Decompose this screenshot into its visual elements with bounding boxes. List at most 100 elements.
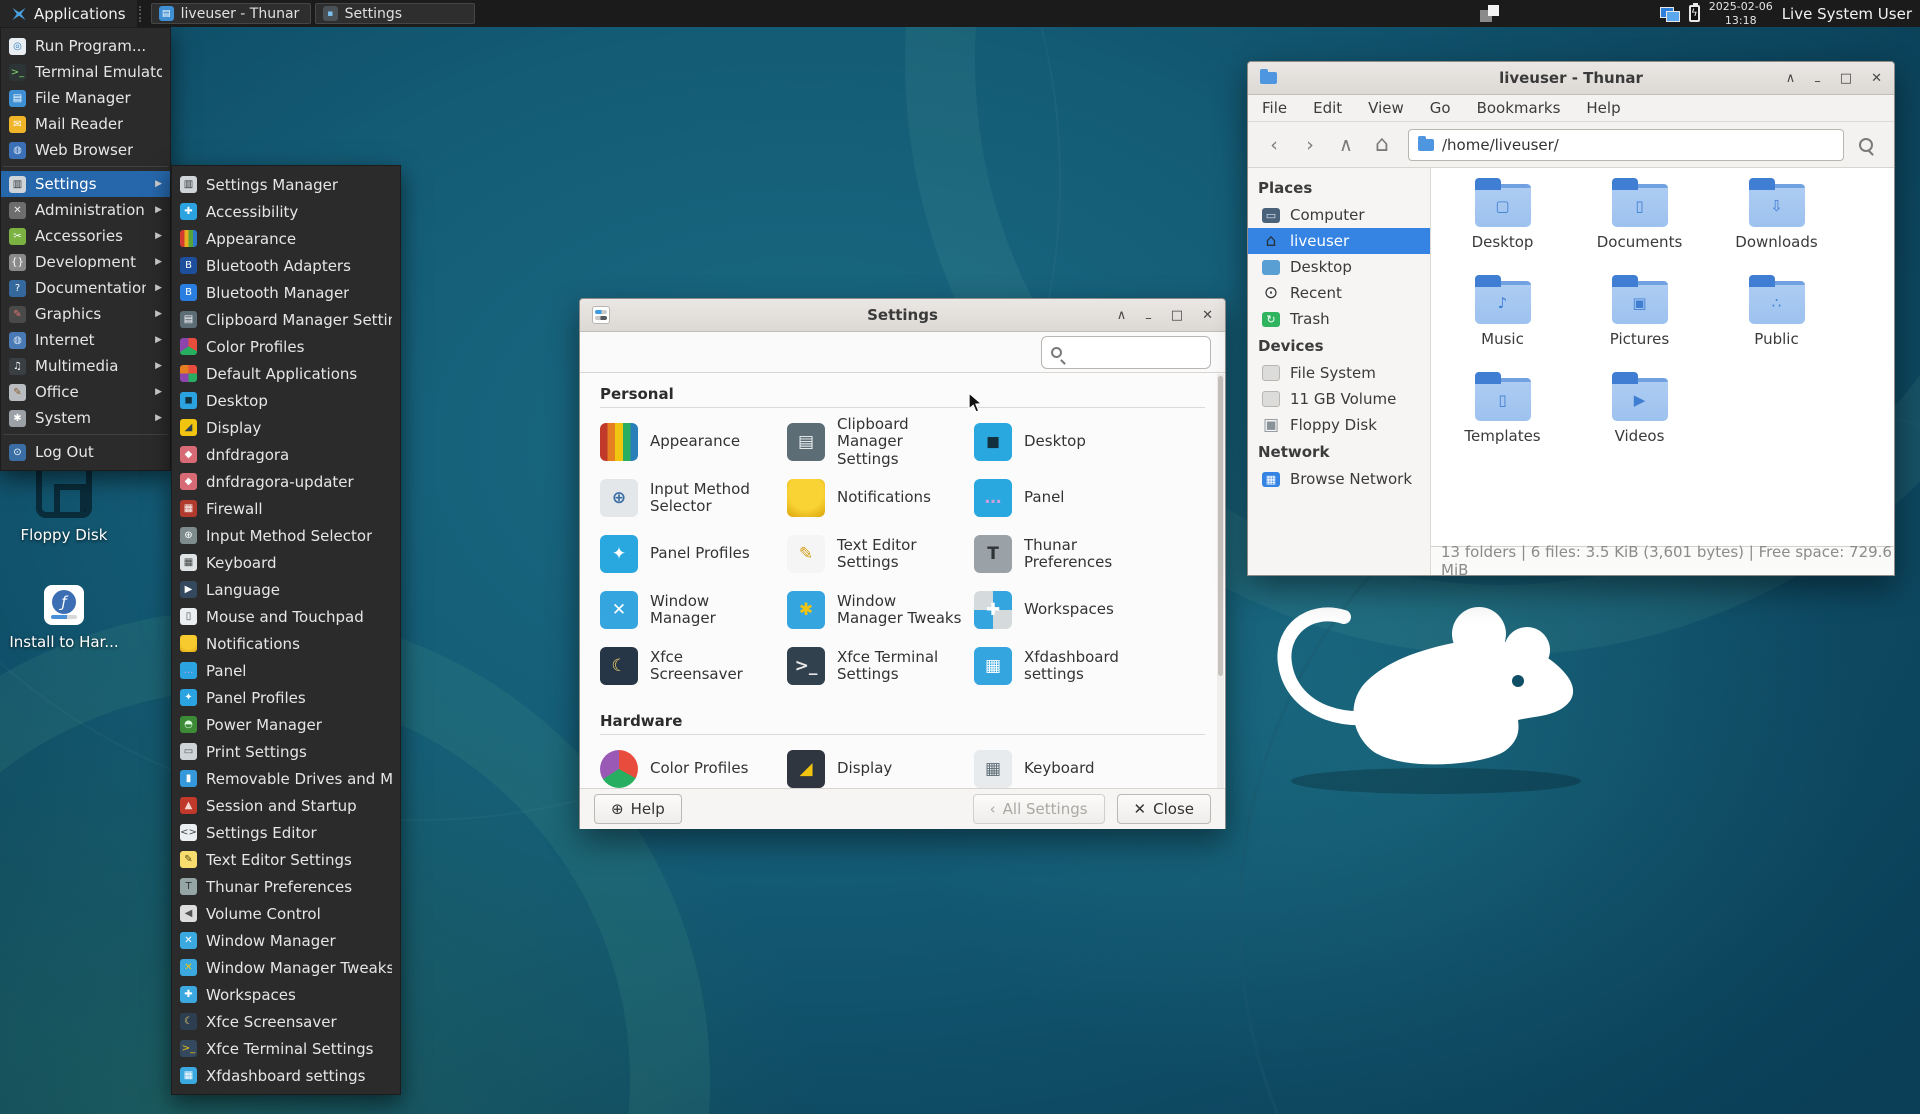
folder-item[interactable]: ▣ Pictures	[1571, 275, 1708, 372]
submenu-item[interactable]: ▦ Keyboard	[172, 549, 400, 576]
menu-item[interactable]: ◍ Web Browser ▶	[1, 137, 170, 163]
folder-item[interactable]: ♪ Music	[1434, 275, 1571, 372]
submenu-item[interactable]: >_ Xfce Terminal Settings	[172, 1035, 400, 1062]
folder-item[interactable]: ▶ Videos	[1571, 372, 1708, 469]
submenu-item[interactable]: ⊕ Input Method Selector	[172, 522, 400, 549]
submenu-item[interactable]: ✚ Accessibility	[172, 198, 400, 225]
menubar-item[interactable]: Go	[1430, 99, 1451, 117]
submenu-item[interactable]: Appearance	[172, 225, 400, 252]
sidebar-item[interactable]: ↻ Trash	[1248, 306, 1430, 332]
settings-tile[interactable]: Appearance	[600, 414, 787, 470]
scrollbar[interactable]	[1217, 374, 1224, 788]
submenu-item[interactable]: ✕ Window Manager	[172, 927, 400, 954]
help-button[interactable]: ⊕ Help	[594, 794, 682, 824]
folder-item[interactable]: ∴ Public	[1708, 275, 1845, 372]
submenu-item[interactable]: T Thunar Preferences	[172, 873, 400, 900]
menubar-item[interactable]: Help	[1586, 99, 1620, 117]
menu-item[interactable]: ✂ Accessories ▶	[1, 223, 170, 249]
menu-item[interactable]: {} Development ▶	[1, 249, 170, 275]
submenu-item[interactable]: ◆ dnfdragora	[172, 441, 400, 468]
menu-item[interactable]: ✉ Mail Reader ▶	[1, 111, 170, 137]
submenu-item[interactable]: B Bluetooth Manager	[172, 279, 400, 306]
settings-tile[interactable]: ✚ Workspaces	[974, 582, 1161, 638]
settings-tile[interactable]: >_ Xfce Terminal Settings	[787, 638, 974, 694]
submenu-item[interactable]: ◀ Volume Control	[172, 900, 400, 927]
sidebar-item[interactable]: ▦ Browse Network	[1248, 466, 1430, 492]
submenu-item[interactable]: Notifications	[172, 630, 400, 657]
close-icon[interactable]: ✕	[1871, 71, 1882, 86]
submenu-item[interactable]: ▥ Settings Manager	[172, 171, 400, 198]
all-settings-button[interactable]: ‹ All Settings	[973, 794, 1105, 824]
shade-icon[interactable]: ∧	[1117, 308, 1127, 323]
settings-titlebar[interactable]: Settings ∧ – □ ✕	[580, 299, 1225, 332]
menu-item[interactable]: ✎ Office ▶	[1, 379, 170, 405]
minimize-icon[interactable]: –	[1145, 311, 1152, 326]
menu-item[interactable]: ◍ Internet ▶	[1, 327, 170, 353]
submenu-item[interactable]: ▯ Mouse and Touchpad	[172, 603, 400, 630]
menu-item[interactable]: ⊙ Log Out ▶	[1, 439, 170, 465]
menu-item[interactable]: ✎ Graphics ▶	[1, 301, 170, 327]
settings-tile[interactable]: ◢ Display	[787, 741, 974, 788]
workspace-pager[interactable]	[1478, 3, 1508, 24]
settings-tile[interactable]: Color Profiles	[600, 741, 787, 788]
desktop-icon-floppy[interactable]: Floppy Disk	[2, 462, 126, 544]
settings-tile[interactable]: ✦ Panel Profiles	[600, 526, 787, 582]
sidebar-item[interactable]: ⌂ liveuser	[1248, 228, 1430, 254]
submenu-item[interactable]: ◼ Desktop	[172, 387, 400, 414]
submenu-item[interactable]: ✕ Window Manager Tweaks	[172, 954, 400, 981]
submenu-item[interactable]: ▲ Session and Startup	[172, 792, 400, 819]
folder-item[interactable]: ⇩ Downloads	[1708, 178, 1845, 275]
menu-item[interactable]: ✱ System ▶	[1, 405, 170, 431]
menu-item[interactable]: ? Documentation ▶	[1, 275, 170, 301]
folder-item[interactable]: ▯ Templates	[1434, 372, 1571, 469]
back-button[interactable]: ‹	[1258, 129, 1290, 161]
submenu-item[interactable]: ▦ Xfdashboard settings	[172, 1062, 400, 1089]
menubar-item[interactable]: Bookmarks	[1477, 99, 1561, 117]
menubar-item[interactable]: File	[1262, 99, 1287, 117]
submenu-item[interactable]: B Bluetooth Adapters	[172, 252, 400, 279]
settings-tile[interactable]: T Thunar Preferences	[974, 526, 1161, 582]
settings-tile[interactable]: ▤ Clipboard Manager Settings	[787, 414, 974, 470]
sidebar-item[interactable]: 11 GB Volume	[1248, 386, 1430, 412]
desktop-icon-install[interactable]: ƒ Install to Har...	[2, 585, 126, 651]
submenu-item[interactable]: ✚ Workspaces	[172, 981, 400, 1008]
menu-item[interactable]: ◎ Run Program... ▶	[1, 33, 170, 59]
menu-item[interactable]: ▥ Settings ▶	[1, 171, 170, 197]
submenu-item[interactable]: <> Settings Editor	[172, 819, 400, 846]
menu-item[interactable]: ♫ Multimedia ▶	[1, 353, 170, 379]
settings-tile[interactable]: ☾ Xfce Screensaver	[600, 638, 787, 694]
settings-tile[interactable]: … Panel	[974, 470, 1161, 526]
panel-handle[interactable]	[139, 6, 147, 22]
maximize-icon[interactable]: □	[1840, 71, 1852, 86]
shade-icon[interactable]: ∧	[1786, 71, 1796, 86]
maximize-icon[interactable]: □	[1171, 308, 1183, 323]
search-button[interactable]	[1848, 127, 1884, 163]
settings-tile[interactable]: ▦ Xfdashboard settings	[974, 638, 1161, 694]
settings-tile[interactable]: ✎ Text Editor Settings	[787, 526, 974, 582]
folder-item[interactable]: ▯ Documents	[1571, 178, 1708, 275]
submenu-item[interactable]: ▶ Language	[172, 576, 400, 603]
clock[interactable]: 2025-02-06 13:18	[1709, 0, 1773, 26]
applications-button[interactable]: Applications	[0, 0, 137, 27]
settings-tile[interactable]: Notifications	[787, 470, 974, 526]
submenu-item[interactable]: ▦ Firewall	[172, 495, 400, 522]
settings-tile[interactable]: ▦ Keyboard	[974, 741, 1161, 788]
submenu-item[interactable]: ▮ Removable Drives and Media	[172, 765, 400, 792]
submenu-item[interactable]: Default Applications	[172, 360, 400, 387]
up-button[interactable]: ∧	[1330, 129, 1362, 161]
settings-tile[interactable]: ⊕ Input Method Selector	[600, 470, 787, 526]
search-input[interactable]	[1069, 345, 1199, 361]
sidebar-item[interactable]: ▭ Computer	[1248, 202, 1430, 228]
submenu-item[interactable]: ◆ dnfdragora-updater	[172, 468, 400, 495]
sidebar-item[interactable]: ▣ Floppy Disk	[1248, 412, 1430, 438]
network-tray-icon[interactable]	[1660, 5, 1680, 23]
menu-item[interactable]: ▤ File Manager ▶	[1, 85, 170, 111]
submenu-item[interactable]: ✦ Panel Profiles	[172, 684, 400, 711]
thunar-titlebar[interactable]: liveuser - Thunar ∧ – □ ✕	[1248, 62, 1894, 95]
menubar-item[interactable]: Edit	[1313, 99, 1342, 117]
submenu-item[interactable]: ◓ Power Manager	[172, 711, 400, 738]
sidebar-item[interactable]: ⊙ Recent	[1248, 280, 1430, 306]
forward-button[interactable]: ›	[1294, 129, 1326, 161]
settings-search-box[interactable]	[1041, 336, 1211, 369]
task-button[interactable]: ▪ Settings	[315, 3, 475, 24]
